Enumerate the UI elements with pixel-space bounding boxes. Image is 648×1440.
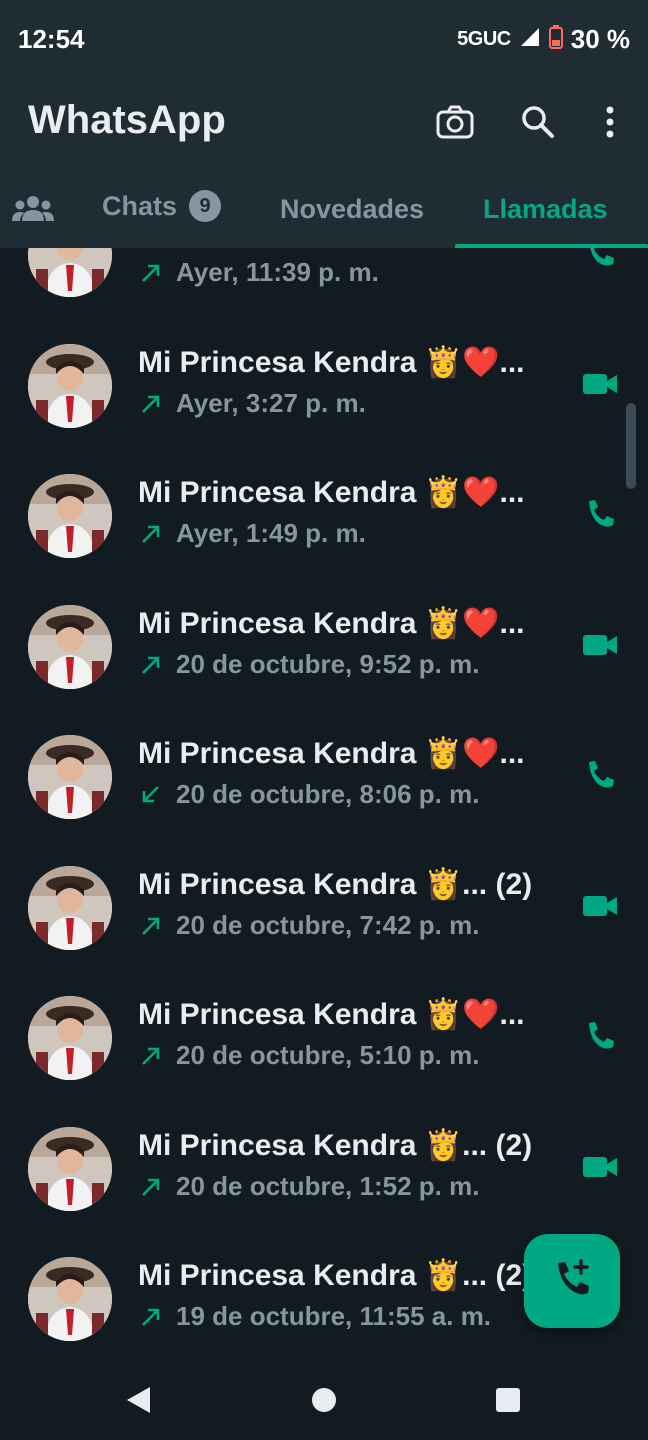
outgoing-call-arrow-icon [138, 521, 176, 547]
contact-name: Mi Princesa Kendra 👸❤️... [138, 737, 525, 770]
call-time: 20 de octubre, 9:52 p. m. [176, 649, 480, 679]
contact-avatar[interactable] [28, 1257, 112, 1341]
video-call-icon[interactable] [580, 625, 620, 665]
video-call-icon[interactable] [580, 1147, 620, 1187]
call-time: 20 de octubre, 8:06 p. m. [176, 779, 480, 809]
outgoing-call-arrow-icon [138, 652, 176, 678]
call-details: 20 de octubre, 8:06 p. m. [138, 779, 479, 810]
tab-novedades[interactable]: Novedades [280, 194, 424, 225]
tab-chats-label: Chats [102, 190, 178, 221]
search-icon[interactable] [514, 98, 562, 146]
communities-icon [12, 194, 54, 229]
voice-call-icon[interactable] [580, 755, 620, 795]
call-row[interactable]: Mi Princesa Kendra 👸❤️... 20 de octubre, … [0, 605, 648, 735]
outgoing-call-arrow-icon [138, 1174, 176, 1200]
recents-icon[interactable] [490, 1382, 526, 1418]
outgoing-call-arrow-icon [138, 1043, 176, 1069]
calls-list[interactable]: Mi Princesa Kendra 👸... (2) Ayer, 11:39 p… [0, 248, 648, 1356]
contact-avatar[interactable] [28, 474, 112, 558]
call-time: 20 de octubre, 1:52 p. m. [176, 1171, 480, 1201]
tab-llamadas[interactable]: Llamadas [483, 194, 608, 225]
add-call-icon [550, 1257, 594, 1306]
call-row[interactable]: Mi Princesa Kendra 👸❤️... Ayer, 1:49 p. m… [0, 474, 648, 604]
outgoing-call-arrow-icon [138, 1304, 176, 1330]
contact-name: Mi Princesa Kendra 👸❤️... [138, 607, 525, 640]
battery-icon [548, 25, 563, 54]
call-time: Ayer, 3:27 p. m. [176, 388, 366, 418]
contact-avatar[interactable] [28, 344, 112, 428]
tab-novedades-label: Novedades [280, 194, 425, 224]
outgoing-call-arrow-icon [138, 913, 176, 939]
outgoing-call-arrow-icon [138, 391, 176, 417]
call-details: 20 de octubre, 9:52 p. m. [138, 649, 479, 680]
new-call-button[interactable] [524, 1234, 620, 1328]
call-time: 20 de octubre, 5:10 p. m. [176, 1040, 480, 1070]
call-details: Ayer, 11:39 p. m. [138, 257, 379, 288]
contact-avatar[interactable] [28, 866, 112, 950]
voice-call-icon[interactable] [580, 1016, 620, 1056]
call-row[interactable]: Mi Princesa Kendra 👸❤️... 20 de octubre, … [0, 996, 648, 1126]
contact-name: Mi Princesa Kendra 👸❤️... [138, 998, 525, 1031]
video-call-icon[interactable] [580, 886, 620, 926]
tab-communities[interactable] [12, 194, 54, 229]
contact-name: Mi Princesa Kendra 👸... (2) [138, 248, 532, 249]
back-icon[interactable] [120, 1382, 156, 1418]
status-indicators: 5GUC 30 % [457, 24, 630, 55]
call-details: 20 de octubre, 5:10 p. m. [138, 1040, 479, 1071]
tab-bar: Chats 9 Novedades Llamadas [0, 170, 648, 248]
contact-avatar[interactable] [28, 735, 112, 819]
call-row[interactable]: Mi Princesa Kendra 👸❤️... 20 de octubre, … [0, 735, 648, 865]
unread-badge: 9 [189, 190, 222, 222]
outgoing-call-arrow-icon [138, 260, 176, 286]
status-bar: 12:54 5GUC 30 % [0, 0, 648, 80]
contact-name: Mi Princesa Kendra 👸... (2) [138, 868, 533, 901]
call-row[interactable]: Mi Princesa Kendra 👸... (2) Ayer, 11:39 p… [0, 248, 648, 343]
battery-percent: 30 % [570, 24, 630, 54]
tab-chats[interactable]: Chats 9 [102, 190, 222, 222]
system-nav-bar [0, 1356, 648, 1440]
contact-name: Mi Princesa Kendra 👸... (2) [138, 1129, 533, 1162]
call-time: 20 de octubre, 7:42 p. m. [176, 910, 480, 940]
call-details: 20 de octubre, 1:52 p. m. [138, 1171, 479, 1202]
call-row[interactable]: Mi Princesa Kendra 👸❤️... Ayer, 3:27 p. m… [0, 344, 648, 474]
contact-name: Mi Princesa Kendra 👸❤️... [138, 346, 525, 379]
contact-name: Mi Princesa Kendra 👸... (2) [138, 1259, 533, 1292]
home-icon[interactable] [306, 1382, 342, 1418]
camera-icon[interactable] [431, 98, 479, 146]
tab-llamadas-label: Llamadas [483, 194, 608, 224]
contact-avatar[interactable] [28, 605, 112, 689]
call-details: Ayer, 3:27 p. m. [138, 388, 366, 419]
call-details: Ayer, 1:49 p. m. [138, 518, 366, 549]
app-title: WhatsApp [28, 98, 226, 142]
contact-avatar[interactable] [28, 248, 112, 297]
voice-call-icon[interactable] [580, 494, 620, 534]
call-time: Ayer, 1:49 p. m. [176, 518, 366, 548]
call-details: 20 de octubre, 7:42 p. m. [138, 910, 479, 941]
call-details: 19 de octubre, 11:55 a. m. [138, 1301, 491, 1332]
video-call-icon[interactable] [580, 364, 620, 404]
status-time: 12:54 [18, 24, 85, 54]
contact-avatar[interactable] [28, 1127, 112, 1211]
call-time: 19 de octubre, 11:55 a. m. [176, 1301, 492, 1331]
scrollbar[interactable] [626, 403, 636, 489]
more-options-icon[interactable] [586, 98, 634, 146]
call-row[interactable]: Mi Princesa Kendra 👸... (2) 20 de octubre… [0, 866, 648, 996]
incoming-call-arrow-icon [138, 782, 176, 808]
contact-avatar[interactable] [28, 996, 112, 1080]
contact-name: Mi Princesa Kendra 👸❤️... [138, 476, 525, 509]
signal-icon [519, 26, 541, 53]
call-time: Ayer, 11:39 p. m. [176, 257, 379, 287]
app-bar: WhatsApp [0, 80, 648, 170]
network-label: 5GUC [457, 28, 511, 50]
voice-call-icon[interactable] [580, 248, 620, 273]
